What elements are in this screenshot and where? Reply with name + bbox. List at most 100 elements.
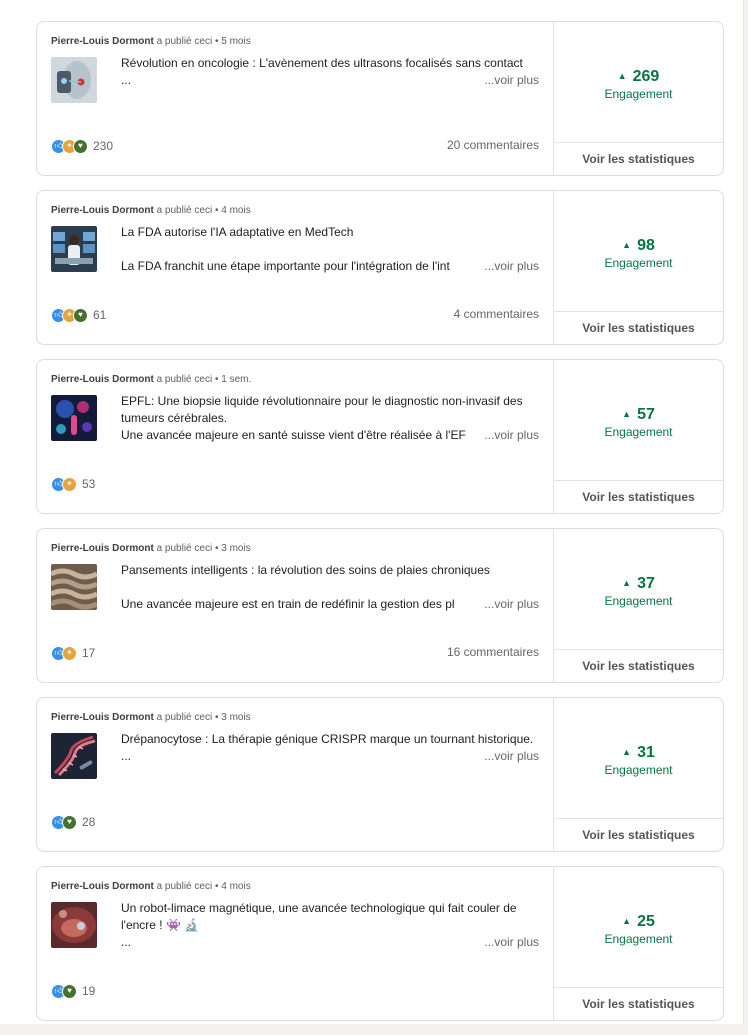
- meta-suffix: a publié ceci: [156, 205, 213, 216]
- post-title: La FDA autorise l'IA adaptative en MedTe…: [121, 225, 354, 239]
- see-more-link[interactable]: ...voir plus: [484, 258, 539, 275]
- view-stats-button[interactable]: Voir les statistiques: [554, 480, 723, 513]
- engagement-value: ▲ 25: [622, 913, 655, 930]
- post-card: Pierre-Louis Dormont a publié ceci • 5 m…: [36, 21, 724, 176]
- meta-suffix: a publié ceci: [156, 712, 213, 723]
- reactions-count: 53: [82, 477, 96, 491]
- trend-up-icon: ▲: [622, 578, 632, 588]
- meta-suffix: a publié ceci: [156, 374, 213, 385]
- post-time: 1 sem.: [221, 374, 252, 385]
- post-excerpt: Une avancée majeure en santé suisse vien…: [121, 428, 466, 442]
- post-time: 5 mois: [221, 36, 251, 47]
- post-meta: Pierre-Louis Dormont a publié ceci • 5 m…: [51, 36, 251, 47]
- post-time: 4 mois: [221, 881, 251, 892]
- see-more-link[interactable]: ...voir plus: [484, 596, 539, 613]
- post-content[interactable]: Pierre-Louis Dormont a publié ceci • 4 m…: [37, 867, 553, 1020]
- see-more-link[interactable]: ...voir plus: [484, 427, 539, 444]
- meta-suffix: a publié ceci: [156, 36, 213, 47]
- view-stats-button[interactable]: Voir les statistiques: [554, 818, 723, 851]
- support-icon: ♥: [73, 138, 88, 154]
- post-title: Drépanocytose : La thérapie génique CRIS…: [121, 732, 534, 746]
- post-title: Révolution en oncologie : L'avènement de…: [121, 56, 523, 70]
- meta-suffix: a publié ceci: [156, 543, 213, 554]
- comments-count[interactable]: 20 commentaires: [447, 138, 539, 152]
- crispr-dna-thumbnail[interactable]: [51, 733, 97, 779]
- post-title: EPFL: Une biopsie liquide révolutionnair…: [121, 394, 523, 425]
- engagement-panel: ▲ 98 Engagement Voir les statistiques: [553, 191, 723, 344]
- post-card: Pierre-Louis Dormont a publié ceci • 4 m…: [36, 866, 724, 1021]
- reactions-summary[interactable]: 👍︎ ✦ 17: [51, 645, 95, 661]
- view-stats-button[interactable]: Voir les statistiques: [554, 142, 723, 175]
- post-content[interactable]: Pierre-Louis Dormont a publié ceci • 3 m…: [37, 529, 553, 682]
- engagement-label: Engagement: [604, 425, 673, 439]
- post-time: 3 mois: [221, 543, 251, 554]
- engagement-label: Engagement: [604, 87, 673, 101]
- engagement-value: ▲ 98: [622, 237, 655, 254]
- post-excerpt: ...: [121, 935, 132, 949]
- post-card: Pierre-Louis Dormont a publié ceci • 3 m…: [36, 528, 724, 683]
- author-name[interactable]: Pierre-Louis Dormont: [51, 205, 154, 216]
- trend-up-icon: ▲: [622, 916, 632, 926]
- engagement-panel: ▲ 25 Engagement Voir les statistiques: [553, 867, 723, 1020]
- trend-up-icon: ▲: [617, 71, 627, 81]
- post-text: Un robot-limace magnétique, une avancée …: [121, 900, 539, 951]
- author-name[interactable]: Pierre-Louis Dormont: [51, 712, 154, 723]
- engagement-value: ▲ 57: [622, 406, 655, 423]
- trend-up-icon: ▲: [622, 240, 632, 250]
- post-text: Drépanocytose : La thérapie génique CRIS…: [121, 731, 539, 765]
- post-excerpt: Une avancée majeure est en train de redé…: [121, 597, 455, 611]
- reactions-summary[interactable]: 👍︎ ✦ ♥ 230: [51, 138, 113, 154]
- reactions-count: 19: [82, 984, 96, 998]
- post-content[interactable]: Pierre-Louis Dormont a publié ceci • 3 m…: [37, 698, 553, 851]
- post-meta: Pierre-Louis Dormont a publié ceci • 3 m…: [51, 712, 251, 723]
- see-more-link[interactable]: ...voir plus: [484, 72, 539, 89]
- post-meta: Pierre-Louis Dormont a publié ceci • 4 m…: [51, 881, 251, 892]
- author-name[interactable]: Pierre-Louis Dormont: [51, 881, 154, 892]
- trend-up-icon: ▲: [622, 747, 632, 757]
- see-more-link[interactable]: ...voir plus: [484, 934, 539, 951]
- view-stats-button[interactable]: Voir les statistiques: [554, 987, 723, 1020]
- post-meta: Pierre-Louis Dormont a publié ceci • 1 s…: [51, 374, 252, 385]
- engagement-label: Engagement: [604, 932, 673, 946]
- author-name[interactable]: Pierre-Louis Dormont: [51, 36, 154, 47]
- post-card: Pierre-Louis Dormont a publié ceci • 4 m…: [36, 190, 724, 345]
- post-time: 3 mois: [221, 712, 251, 723]
- post-content[interactable]: Pierre-Louis Dormont a publié ceci • 1 s…: [37, 360, 553, 513]
- author-name[interactable]: Pierre-Louis Dormont: [51, 374, 154, 385]
- reactions-summary[interactable]: 👍︎ ✦ 53: [51, 476, 95, 492]
- post-title: Un robot-limace magnétique, une avancée …: [121, 901, 517, 932]
- post-list: Pierre-Louis Dormont a publié ceci • 5 m…: [36, 21, 724, 1035]
- post-content[interactable]: Pierre-Louis Dormont a publié ceci • 5 m…: [37, 22, 553, 175]
- engagement-value: ▲ 31: [622, 744, 655, 761]
- post-title: Pansements intelligents : la révolution …: [121, 563, 490, 577]
- scrollbar-track[interactable]: [744, 0, 748, 1024]
- celebrate-icon: ✦: [62, 476, 77, 492]
- post-excerpt: La FDA franchit une étape importante pou…: [121, 259, 450, 273]
- view-stats-button[interactable]: Voir les statistiques: [554, 649, 723, 682]
- post-analytics-panel: Pierre-Louis Dormont a publié ceci • 5 m…: [0, 0, 744, 1024]
- ultrasound-device-thumbnail[interactable]: [51, 57, 97, 103]
- view-stats-button[interactable]: Voir les statistiques: [554, 311, 723, 344]
- ai-lab-thumbnail[interactable]: [51, 226, 97, 272]
- post-content[interactable]: Pierre-Louis Dormont a publié ceci • 4 m…: [37, 191, 553, 344]
- reactions-count: 61: [93, 308, 107, 322]
- support-icon: ♥: [62, 814, 77, 830]
- liquid-biopsy-thumbnail[interactable]: [51, 395, 97, 441]
- comments-count[interactable]: 4 commentaires: [454, 307, 539, 321]
- reactions-count: 28: [82, 815, 96, 829]
- support-icon: ♥: [62, 983, 77, 999]
- reactions-summary[interactable]: 👍︎ ♥ 19: [51, 983, 95, 999]
- see-more-link[interactable]: ...voir plus: [484, 748, 539, 765]
- engagement-panel: ▲ 37 Engagement Voir les statistiques: [553, 529, 723, 682]
- reactions-summary[interactable]: 👍︎ ♥ 28: [51, 814, 95, 830]
- comments-count[interactable]: 16 commentaires: [447, 645, 539, 659]
- post-time: 4 mois: [221, 205, 251, 216]
- post-text: Révolution en oncologie : L'avènement de…: [121, 55, 539, 89]
- author-name[interactable]: Pierre-Louis Dormont: [51, 543, 154, 554]
- smart-dressing-thumbnail[interactable]: [51, 564, 97, 610]
- reactions-summary[interactable]: 👍︎ ✦ ♥ 61: [51, 307, 106, 323]
- post-meta: Pierre-Louis Dormont a publié ceci • 3 m…: [51, 543, 251, 554]
- robot-slug-thumbnail[interactable]: [51, 902, 97, 948]
- support-icon: ♥: [73, 307, 88, 323]
- engagement-label: Engagement: [604, 256, 673, 270]
